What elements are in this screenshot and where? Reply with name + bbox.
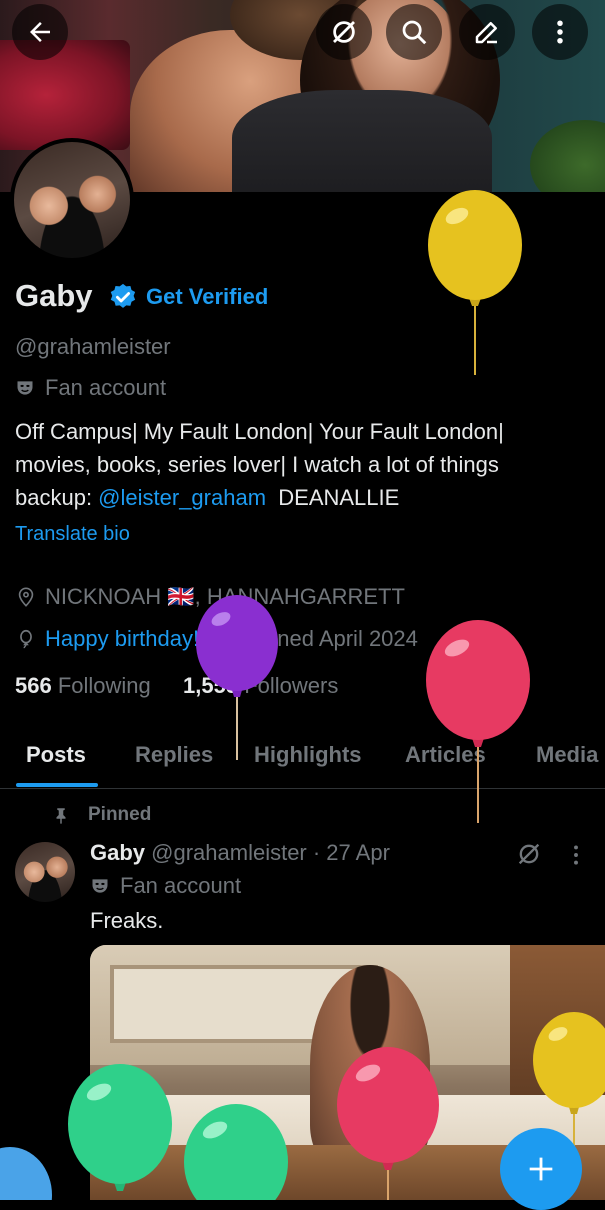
profile-bio: Off Campus| My Fault London| Your Fault …	[15, 415, 600, 514]
balloon-blue-icon	[0, 1147, 52, 1200]
active-tab-indicator	[16, 783, 98, 787]
following-link[interactable]: 566 Following	[15, 673, 151, 698]
balloon-pink-2-icon	[337, 1047, 439, 1200]
bio-line-3-prefix: backup:	[15, 485, 99, 510]
profile-category-label: Fan account	[45, 375, 167, 400]
edit-button[interactable]	[459, 4, 515, 60]
mask-icon	[92, 879, 108, 893]
grok-icon[interactable]	[515, 840, 543, 868]
more-button[interactable]	[532, 4, 588, 60]
post-author-name[interactable]: Gaby	[90, 840, 145, 865]
balloon-pink-icon	[426, 620, 530, 823]
post-author-avatar[interactable]	[15, 842, 75, 902]
profile-avatar[interactable]	[10, 138, 134, 262]
tab-media[interactable]: Media	[536, 742, 598, 768]
pinned-label: Pinned	[88, 804, 152, 825]
pin-icon	[56, 808, 66, 824]
tab-posts[interactable]: Posts	[26, 742, 86, 768]
verified-badge-icon[interactable]	[108, 282, 138, 312]
plus-icon	[529, 1157, 553, 1181]
incognito-circle-icon	[333, 21, 355, 43]
post-category-label: Fan account	[120, 873, 242, 898]
search-icon	[402, 20, 427, 45]
pinned-indicator: Pinned	[52, 804, 151, 826]
birthday-text[interactable]: Happy birthday!	[45, 626, 199, 652]
uk-flag-icon: 🇬🇧	[167, 584, 195, 609]
profile-handle: @grahamleister	[15, 334, 171, 359]
bio-line-1: Off Campus| My Fault London| Your Fault …	[15, 419, 504, 444]
following-count: 566	[15, 673, 52, 698]
balloon-green-2-icon	[184, 1104, 288, 1200]
more-vertical-icon	[557, 20, 563, 44]
bio-line-3-suffix: DEANALLIE	[266, 485, 400, 510]
arrow-left-icon	[30, 22, 50, 42]
mask-icon	[17, 381, 33, 395]
get-verified-link[interactable]: Get Verified	[146, 284, 268, 310]
translate-bio-link[interactable]: Translate bio	[15, 523, 130, 546]
location-pin-icon	[18, 587, 34, 607]
incognito-button[interactable]	[316, 4, 372, 60]
profile-category: Fan account	[15, 375, 166, 401]
post-text: Freaks.	[90, 908, 164, 933]
bio-backup-link[interactable]: @leister_graham	[98, 485, 266, 510]
balloon-icon	[20, 629, 32, 649]
profile-name: Gaby	[15, 278, 93, 313]
balloon-yellow-icon	[428, 190, 522, 375]
edit-icon	[475, 22, 497, 44]
post-header: Gaby @grahamleister · 27 Apr	[90, 840, 390, 866]
location-text-1: NICKNOAH	[45, 584, 168, 609]
balloon-purple-icon	[196, 595, 278, 760]
following-label: Following	[57, 673, 151, 698]
bio-line-3: backup: @leister_graham DEANALLIE	[15, 481, 600, 514]
post-category: Fan account	[90, 873, 241, 899]
balloon-green-icon	[68, 1064, 172, 1191]
compose-fab-button[interactable]	[500, 1128, 582, 1210]
post-more-icon[interactable]	[563, 842, 589, 868]
bio-line-2: movies, books, series lover| I watch a l…	[15, 452, 499, 477]
follow-counts: 566 Following 1,555 Followers	[15, 673, 338, 699]
post-handle-time: @grahamleister · 27 Apr	[145, 840, 390, 865]
search-button[interactable]	[386, 4, 442, 60]
back-button[interactable]	[12, 4, 68, 60]
